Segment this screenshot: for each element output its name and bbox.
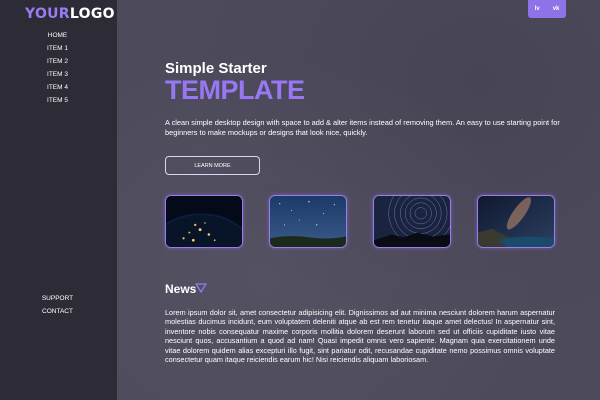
nav-item-support[interactable]: SUPPORT — [0, 292, 117, 305]
gallery-thumb-earth-night[interactable] — [165, 195, 243, 248]
nav-item-2[interactable]: ITEM 2 — [0, 55, 117, 68]
nav-item-4[interactable]: ITEM 4 — [0, 81, 117, 94]
gallery-thumb-starry-sky[interactable] — [269, 195, 347, 248]
nav-item-home[interactable]: HOME — [0, 29, 117, 42]
hero-title: TEMPLATE — [165, 75, 305, 105]
logo-part-logo: LOGO — [69, 6, 115, 22]
starry-sky-image — [270, 196, 346, 247]
learn-more-button[interactable]: LEARN MORE — [165, 156, 260, 175]
language-switcher: lv vk — [528, 0, 566, 18]
milky-way-coast-image — [478, 196, 554, 247]
news-body: Lorem ipsum dolor sit, amet consectetur … — [165, 308, 555, 365]
logo[interactable]: YOURLOGO — [25, 6, 115, 22]
nav-item-3[interactable]: ITEM 3 — [0, 68, 117, 81]
earth-night-image — [166, 196, 242, 247]
news-toggle-triangle-icon[interactable] — [195, 283, 207, 293]
sidebar-nav: HOME ITEM 1 ITEM 2 ITEM 3 ITEM 4 ITEM 5 — [0, 29, 117, 107]
lang-option-lv[interactable]: lv — [535, 6, 540, 12]
lang-option-vk[interactable]: vk — [553, 6, 560, 12]
sidebar: YOURLOGO HOME ITEM 1 ITEM 2 ITEM 3 ITEM … — [0, 0, 117, 400]
nav-item-1[interactable]: ITEM 1 — [0, 42, 117, 55]
news-heading: News — [165, 282, 197, 296]
star-trails-image — [374, 196, 450, 247]
nav-item-5[interactable]: ITEM 5 — [0, 94, 117, 107]
gallery-thumb-milky-way[interactable] — [477, 195, 555, 248]
logo-part-your: YOUR — [25, 6, 70, 22]
gallery-thumb-star-trails[interactable] — [373, 195, 451, 248]
sidebar-bottom-nav: SUPPORT CONTACT — [0, 292, 117, 318]
nav-item-contact[interactable]: CONTACT — [0, 305, 117, 318]
hero-description: A clean simple desktop design with space… — [165, 118, 560, 137]
